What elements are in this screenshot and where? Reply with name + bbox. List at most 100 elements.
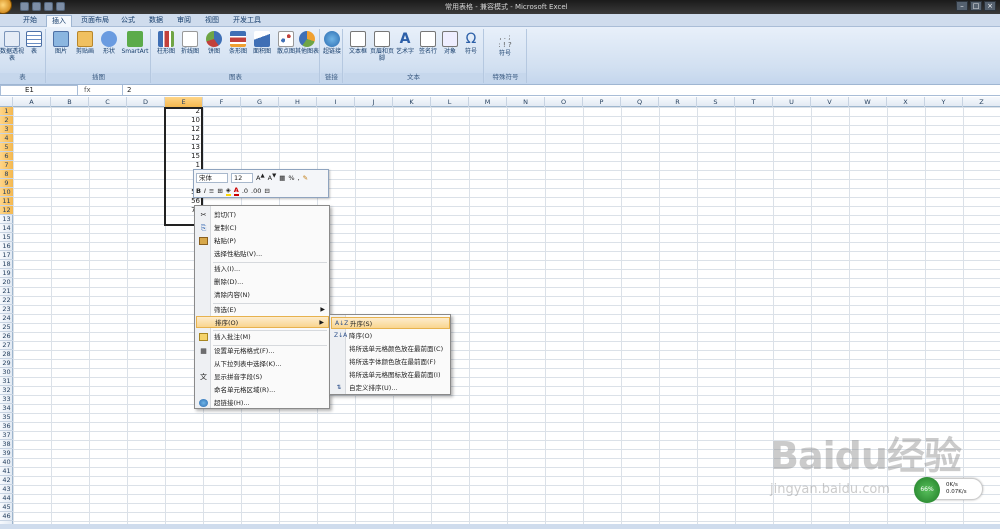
column-header-p[interactable]: P [583,97,621,107]
grow-font-icon[interactable]: A▲ [256,173,265,182]
menu-define-name[interactable]: 命名单元格区域(R)... [196,384,329,396]
row-header-21[interactable]: 21 [0,287,13,296]
other-charts-button[interactable]: 其他图表 [294,31,320,55]
row-header-29[interactable]: 29 [0,359,13,368]
font-size-box[interactable]: 12 [231,173,253,183]
column-header-o[interactable]: O [545,97,583,107]
column-header-u[interactable]: U [773,97,811,107]
tab-data[interactable]: 数据 [144,15,168,27]
row-header-38[interactable]: 38 [0,440,13,449]
tab-view[interactable]: 视图 [200,15,224,27]
menu-paste-special[interactable]: 选择性粘贴(V)... [196,248,329,260]
row-header-25[interactable]: 25 [0,323,13,332]
column-header-a[interactable]: A [13,97,51,107]
row-header-2[interactable]: 2 [0,116,13,125]
menu-format-cells[interactable]: ▦ 设置单元格格式(F)... [196,345,329,357]
tab-insert[interactable]: 插入 [46,15,72,27]
column-header-k[interactable]: K [393,97,431,107]
row-header-9[interactable]: 9 [0,179,13,188]
decrease-decimal-icon[interactable]: .00 [251,187,261,195]
row-header-7[interactable]: 7 [0,161,13,170]
row-header-11[interactable]: 11 [0,197,13,206]
font-name-box[interactable]: 宋体 [196,173,228,183]
merge-cells-icon[interactable]: ⊟ [264,187,269,195]
minimize-button[interactable]: – [956,1,968,11]
maximize-button[interactable]: □ [970,1,982,11]
name-box[interactable]: E1 [0,85,78,96]
tab-review[interactable]: 审阅 [172,15,196,27]
row-header-5[interactable]: 5 [0,143,13,152]
menu-delete[interactable]: 删除(D)... [196,276,329,288]
shrink-font-icon[interactable]: A▼ [268,173,277,182]
column-header-j[interactable]: J [355,97,393,107]
column-header-h[interactable]: H [279,97,317,107]
row-header-26[interactable]: 26 [0,332,13,341]
column-header-n[interactable]: N [507,97,545,107]
menu-insert[interactable]: 插入(I)... [196,263,329,275]
submenu-cell-color-top[interactable]: 将所选单元格颜色放在最前面(C) [331,343,450,355]
column-header-b[interactable]: B [51,97,89,107]
redo-icon[interactable] [44,2,53,11]
submenu-font-color-top[interactable]: 将所选字体颜色放在最前面(F) [331,356,450,368]
row-header-44[interactable]: 44 [0,494,13,503]
row-header-46[interactable]: 46 [0,512,13,521]
percent-style-button[interactable]: % [288,174,294,182]
column-header-t[interactable]: T [735,97,773,107]
row-header-15[interactable]: 15 [0,233,13,242]
menu-insert-comment[interactable]: 插入批注(M) [196,331,329,343]
column-header-x[interactable]: X [887,97,925,107]
column-header-l[interactable]: L [431,97,469,107]
column-header-z[interactable]: Z [963,97,1000,107]
row-header-16[interactable]: 16 [0,242,13,251]
column-header-v[interactable]: V [811,97,849,107]
row-header-19[interactable]: 19 [0,269,13,278]
menu-clear-contents[interactable]: 清除内容(N) [196,289,329,301]
office-button[interactable] [0,0,12,14]
row-header-42[interactable]: 42 [0,476,13,485]
submenu-sort-descending[interactable]: Z↓A 降序(O) [331,330,450,342]
column-header-q[interactable]: Q [621,97,659,107]
row-header-12[interactable]: 12 [0,206,13,215]
italic-button[interactable]: I [204,187,206,195]
menu-show-phonetic[interactable]: 文显示拼音字段(S) [196,371,329,383]
row-header-18[interactable]: 18 [0,260,13,269]
customize-qat-icon[interactable] [56,2,65,11]
borders-icon[interactable]: ⊞ [217,187,222,195]
row-header-33[interactable]: 33 [0,395,13,404]
submenu-custom-sort[interactable]: ⇅ 自定义排序(U)... [331,382,450,394]
column-header-c[interactable]: C [89,97,127,107]
row-header-43[interactable]: 43 [0,485,13,494]
tab-home[interactable]: 开始 [18,15,42,27]
menu-hyperlink[interactable]: 超链接(H)... [196,397,329,409]
column-header-f[interactable]: F [203,97,241,107]
menu-sort[interactable]: 排序(O) ▶ [196,316,329,328]
table-button[interactable]: 表 [20,31,48,55]
row-header-32[interactable]: 32 [0,386,13,395]
column-header-e[interactable]: E [165,97,203,107]
accounting-format-icon[interactable]: ▦ [279,174,285,182]
row-header-27[interactable]: 27 [0,341,13,350]
row-header-3[interactable]: 3 [0,125,13,134]
column-header-r[interactable]: R [659,97,697,107]
comma-style-button[interactable]: , [298,174,300,182]
font-color-icon[interactable]: A [233,186,239,196]
row-header-22[interactable]: 22 [0,296,13,305]
special-symbol-button[interactable]: , . ;: ! ? 符号 [491,33,519,57]
align-center-icon[interactable]: ≡ [209,187,214,195]
increase-decimal-icon[interactable]: .0 [242,187,248,195]
menu-filter[interactable]: 筛选(E) ▶ [196,304,329,316]
row-header-30[interactable]: 30 [0,368,13,377]
network-speed-widget[interactable]: 66% 0K/s 0.07K/s [914,477,983,503]
menu-pick-from-list[interactable]: 从下拉列表中选择(K)... [196,358,329,370]
column-header-i[interactable]: I [317,97,355,107]
row-header-40[interactable]: 40 [0,458,13,467]
submenu-cell-icon-top[interactable]: 将所选单元格图标放在最前面(I) [331,369,450,381]
formula-input[interactable]: 2 [122,85,1000,96]
fx-icon[interactable]: fx [80,85,118,96]
smartart-button[interactable]: SmartArt [119,31,151,55]
bold-button[interactable]: B [196,187,201,195]
menu-paste[interactable]: 粘贴(P) [196,235,329,247]
column-header-s[interactable]: S [697,97,735,107]
row-header-23[interactable]: 23 [0,305,13,314]
column-header-d[interactable]: D [127,97,165,107]
